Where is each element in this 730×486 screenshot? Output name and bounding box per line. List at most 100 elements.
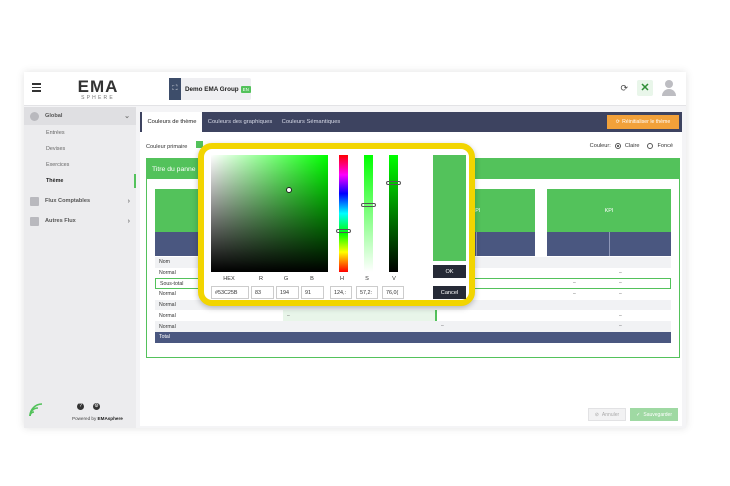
info-icon[interactable]: ⚙ xyxy=(93,403,100,410)
row-label: Total xyxy=(159,334,170,341)
radio-fonce-label: Foncé xyxy=(657,143,673,149)
language-badge: EN xyxy=(240,85,251,93)
save-label: Sauvegarder xyxy=(643,411,672,418)
powered-by-brand: EMAsphere xyxy=(97,416,123,421)
picker-cancel-button[interactable]: Cancel xyxy=(433,286,466,299)
value-slider[interactable] xyxy=(386,155,401,272)
chevron-right-icon: › xyxy=(127,197,130,205)
cell-value: – xyxy=(573,291,576,297)
table-row: Normal xyxy=(155,311,671,322)
chevron-down-icon: ⌄ xyxy=(124,113,130,120)
company-name: Demo EMA Group xyxy=(185,85,239,93)
b-input[interactable]: 91 xyxy=(301,286,324,299)
saturation-slider[interactable] xyxy=(361,155,376,272)
saturation-handle[interactable] xyxy=(361,203,376,207)
g-label: G xyxy=(283,276,289,282)
radio-claire-label: Claire xyxy=(624,143,640,149)
reset-theme-button[interactable]: ⟳ Réinitialiser le thème xyxy=(607,115,679,129)
v-input[interactable]: 76,0( xyxy=(382,286,404,299)
hue-handle[interactable] xyxy=(336,229,351,233)
cell-value: – xyxy=(619,270,622,276)
ok-button[interactable]: OK xyxy=(433,265,466,278)
color-picker-dialog: HEX R G B H S V #53C25B 83 194 91 124,: … xyxy=(198,143,475,306)
g-input[interactable]: 194 xyxy=(276,286,299,299)
emasphere-signal-icon xyxy=(29,403,43,417)
value-handle[interactable] xyxy=(386,181,401,185)
cancel-label: Annuler xyxy=(601,411,620,418)
sidebar-item-autres-flux[interactable]: Autres Flux › xyxy=(24,212,136,230)
sidebar-item-exercices[interactable]: Exercices xyxy=(24,157,136,173)
powered-by: Powered by EMAsphere xyxy=(72,416,123,421)
table-icon xyxy=(30,216,39,226)
grid-icon xyxy=(30,196,39,206)
refresh-icon: ⟳ xyxy=(615,119,621,125)
cell-value: – xyxy=(441,323,444,329)
menu-icon[interactable] xyxy=(32,83,41,92)
sidebar-item-label: Global xyxy=(45,113,63,119)
hex-label: HEX xyxy=(223,276,235,282)
row-label: Normal xyxy=(159,302,176,309)
tools-icon[interactable]: ✕ xyxy=(637,80,653,96)
cancel-button[interactable]: ⊘ Annuler xyxy=(587,408,627,421)
kpi-footer xyxy=(547,232,671,256)
help-icon[interactable]: ? xyxy=(77,403,84,410)
saturation-value-area[interactable] xyxy=(211,155,328,272)
radio-fonce[interactable] xyxy=(647,143,654,149)
powered-by-prefix: Powered by xyxy=(72,416,97,421)
cell-value: – xyxy=(619,280,622,286)
kpi-tile: KPI xyxy=(547,189,671,232)
row-label: Normal xyxy=(159,312,176,319)
top-icons: ⟳ ✕ xyxy=(620,80,676,96)
kpi-label: KPI xyxy=(604,207,614,214)
cell-value: – xyxy=(619,291,622,297)
sv-cursor[interactable] xyxy=(286,187,292,193)
emasphere-logo: EMA SPHERE xyxy=(72,77,124,101)
v-label: V xyxy=(392,276,396,282)
sidebar-item-global[interactable]: Global ⌄ xyxy=(24,107,136,125)
row-label: Nom xyxy=(159,259,170,266)
chevron-right-icon: › xyxy=(127,217,130,225)
b-label: B xyxy=(310,276,314,282)
help-links: ? ⚙ xyxy=(77,403,100,410)
cell-value: – xyxy=(287,313,290,319)
r-label: R xyxy=(258,276,264,282)
check-icon: ✓ xyxy=(636,411,641,418)
cancel-icon: ⊘ xyxy=(594,411,599,418)
sidebar-item-flux-comptables[interactable]: Flux Comptables › xyxy=(24,192,136,210)
sidebar-item-entrees[interactable]: Entrées xyxy=(24,125,136,141)
radio-claire[interactable] xyxy=(614,143,621,149)
sidebar: Global ⌄ Entrées Devises Exercices Thème… xyxy=(24,107,136,428)
h-input[interactable]: 124,: xyxy=(330,286,352,299)
sidebar-item-label: Autres Flux xyxy=(45,218,76,224)
logo-text: EMA xyxy=(77,77,119,96)
row-label: Normal xyxy=(159,323,176,330)
color-mode-label: Couleur: xyxy=(589,143,611,149)
color-preview xyxy=(433,155,466,261)
tab-couleurs-theme[interactable]: Couleurs de thème xyxy=(142,112,202,132)
reset-theme-label: Réinitialiser le thème xyxy=(622,119,671,125)
hierarchy-icon: ⛶ xyxy=(169,78,181,100)
cell-value: – xyxy=(619,323,622,329)
sidebar-item-theme[interactable]: Thème xyxy=(24,173,136,189)
cell-value: – xyxy=(573,280,576,286)
tab-couleurs-semantiques[interactable]: Couleurs Sémantiques xyxy=(278,112,344,132)
hex-input[interactable]: #53C25B xyxy=(211,286,249,299)
sidebar-item-devises[interactable]: Devises xyxy=(24,141,136,157)
s-input[interactable]: 57,2: xyxy=(356,286,378,299)
cell-value: – xyxy=(619,313,622,319)
avatar[interactable] xyxy=(662,80,676,96)
globe-icon xyxy=(30,111,39,121)
r-input[interactable]: 83 xyxy=(251,286,274,299)
save-button[interactable]: ✓ Sauvegarder xyxy=(630,408,678,421)
h-label: H xyxy=(339,276,345,282)
company-selector[interactable]: ⛶ Demo EMA Group EN xyxy=(169,78,251,100)
footer-actions: ⊘ Annuler ✓ Sauvegarder xyxy=(587,408,678,421)
tab-couleurs-graphiques[interactable]: Couleurs des graphiques xyxy=(204,112,276,132)
hue-slider[interactable] xyxy=(336,155,351,272)
color-mode-selector: Couleur: Claire Foncé xyxy=(590,143,673,149)
primary-color-label: Couleur primaire xyxy=(146,144,188,150)
tab-bar: Couleurs de thème Couleurs des graphique… xyxy=(140,112,682,132)
row-label: Normal xyxy=(159,291,176,298)
refresh-icon[interactable]: ⟳ xyxy=(620,83,628,94)
sidebar-item-label: Flux Comptables xyxy=(45,198,91,204)
